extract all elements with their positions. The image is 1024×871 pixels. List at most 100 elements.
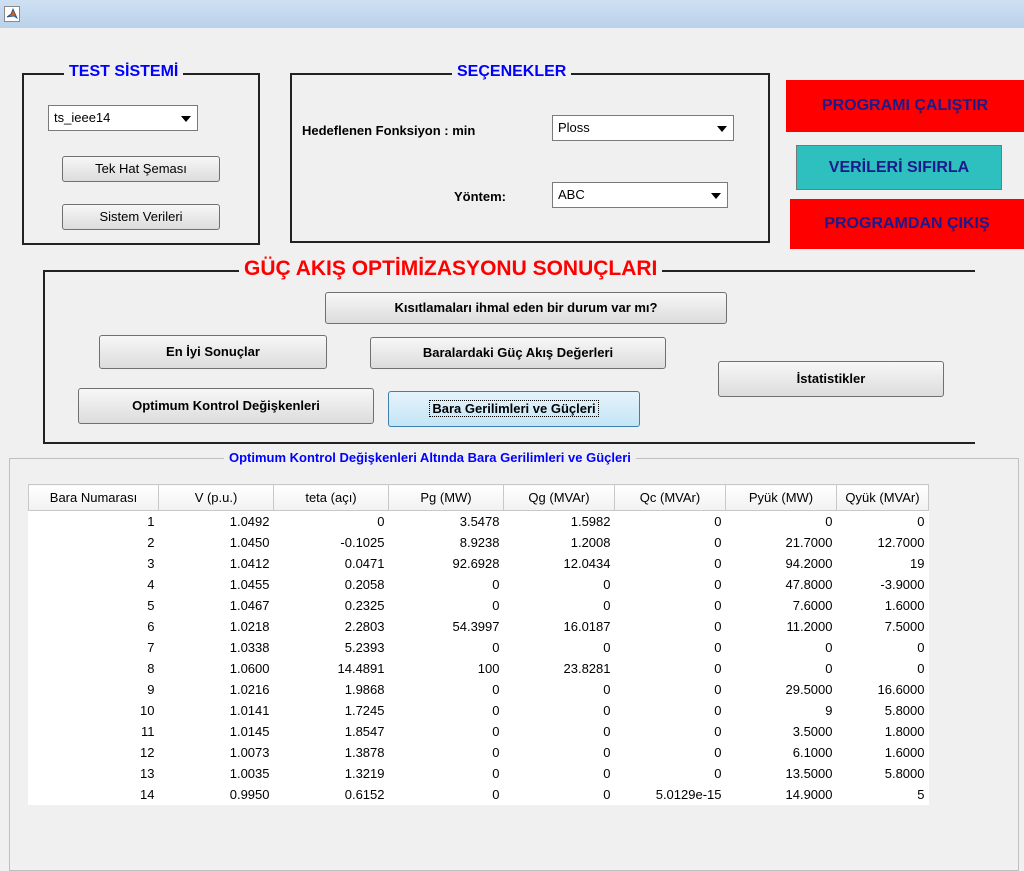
method-select[interactable]: ABC <box>552 182 728 208</box>
table-row[interactable]: 2 1.0450 -0.1025 8.9238 1.2008 0 21.7000 12.700… <box>29 532 929 553</box>
table-cell: -0.1025 <box>340 535 385 550</box>
table-cell: 0 <box>492 640 500 655</box>
table-cell: 10 <box>140 703 155 718</box>
table-row[interactable]: 1 1.0492 0 3.5478 1.5982 0 0 0 <box>29 511 929 533</box>
test-system-select-value: ts_ieee14 <box>54 110 111 125</box>
table-cell: 0 <box>714 556 722 571</box>
table-cell: 12.7000 <box>877 535 925 550</box>
reset-data-button[interactable]: VERİLERİ SIFIRLA <box>796 145 1002 190</box>
table-cell: 0 <box>825 514 833 529</box>
table-cell: 16.0187 <box>563 619 611 634</box>
bus-power-flow-button[interactable]: Baralardaki Güç Akış Değerleri <box>370 337 666 369</box>
table-cell: 5 <box>917 787 925 802</box>
table-cell: 0 <box>917 514 925 529</box>
table-cell: 0 <box>714 577 722 592</box>
table-column-header[interactable]: Pg (MW) <box>388 484 504 511</box>
chevron-down-icon <box>711 193 721 199</box>
table-cell: 2.2803 <box>344 619 385 634</box>
table-cell: 5 <box>147 598 155 613</box>
table-column-header[interactable]: Qg (MVAr) <box>503 484 615 511</box>
best-results-button[interactable]: En İyi Sonuçlar <box>99 335 327 369</box>
table-row[interactable]: 14 0.9950 0.6152 0 0 5.0129e-15 14.9000 5 <box>29 784 929 805</box>
table-column-header[interactable]: teta (açı) <box>273 484 389 511</box>
objective-select[interactable]: Ploss <box>552 115 734 141</box>
table-column-header[interactable]: V (p.u.) <box>158 484 274 511</box>
table-cell: 0 <box>492 724 500 739</box>
bus-voltages-powers-button[interactable]: Bara Gerilimleri ve Güçleri <box>388 391 640 427</box>
table-cell: 0.6152 <box>344 787 385 802</box>
table-row[interactable]: 13 1.0035 1.3219 0 0 0 13.5000 5.8000 <box>29 763 929 784</box>
table-cell: 7.5000 <box>884 619 925 634</box>
table-cell: 0 <box>603 787 611 802</box>
table-cell: 1.0467 <box>229 598 270 613</box>
table-cell: 0 <box>377 514 385 529</box>
constraint-violation-button[interactable]: Kısıtlamaları ihmal eden bir durum var m… <box>325 292 727 324</box>
options-title: SEÇENEKLER <box>452 63 572 81</box>
table-cell: 6 <box>147 619 155 634</box>
table-row[interactable]: 3 1.0412 0.0471 92.6928 12.0434 0 94.2000 19 <box>29 553 929 574</box>
table-column-header[interactable]: Qc (MVAr) <box>614 484 726 511</box>
table-cell: 1.8000 <box>884 724 925 739</box>
results-table: Bara Numarası V (p.u.) teta (açı) Pg (MW) Qg… <box>28 484 929 805</box>
table-column-header[interactable]: Pyük (MW) <box>725 484 837 511</box>
table-cell: 0 <box>825 640 833 655</box>
options-panel: SEÇENEKLER Hedeflenen Fonksiyon : min Pl… <box>290 63 770 243</box>
table-cell: 1.0455 <box>229 577 270 592</box>
table-row[interactable]: 6 1.0218 2.2803 54.3997 16.0187 0 11.2000 7.500… <box>29 616 929 637</box>
table-cell: 1.0450 <box>229 535 270 550</box>
table-cell: 14.9000 <box>785 787 833 802</box>
table-cell: 0 <box>714 703 722 718</box>
table-cell: 1 <box>147 514 155 529</box>
table-row[interactable]: 12 1.0073 1.3878 0 0 0 6.1000 1.6000 <box>29 742 929 763</box>
table-row[interactable]: 4 1.0455 0.2058 0 0 0 47.8000 -3.9000 <box>29 574 929 595</box>
table-cell: 5.0129e-15 <box>655 787 722 802</box>
table-cell: 7 <box>147 640 155 655</box>
table-cell: 1.0216 <box>229 682 270 697</box>
table-cell: 92.6928 <box>452 556 500 571</box>
statistics-button[interactable]: İstatistikler <box>718 361 944 397</box>
results-title: GÜÇ AKIŞ OPTİMİZASYONU SONUÇLARI <box>239 256 663 282</box>
table-cell: 1.0035 <box>229 766 270 781</box>
table-cell: 13.5000 <box>785 766 833 781</box>
table-row[interactable]: 8 1.0600 14.4891 100 23.8281 0 0 0 <box>29 658 929 679</box>
table-cell: 14 <box>140 787 155 802</box>
table-cell: 1.0338 <box>229 640 270 655</box>
table-column-header[interactable]: Bara Numarası <box>28 484 159 511</box>
objective-label: Hedeflenen Fonksiyon : min <box>302 123 476 138</box>
table-cell: 0 <box>603 577 611 592</box>
optimum-control-variables-button[interactable]: Optimum Kontrol Değişkenleri <box>78 388 374 424</box>
table-cell: -3.9000 <box>880 577 925 592</box>
table-row[interactable]: 10 1.0141 1.7245 0 0 0 9 5.8000 <box>29 700 929 721</box>
table-cell: 1.0073 <box>229 745 270 760</box>
table-cell: 0 <box>603 745 611 760</box>
test-system-panel: TEST SİSTEMİ ts_ieee14 Tek Hat Şeması Si… <box>22 63 260 245</box>
table-cell: 1.3219 <box>344 766 385 781</box>
table-cell: 3.5478 <box>459 514 500 529</box>
table-cell: 0 <box>714 745 722 760</box>
window-titlebar <box>0 0 1024 28</box>
table-cell: 0 <box>492 766 500 781</box>
table-cell: 1.0492 <box>229 514 270 529</box>
table-cell: 29.5000 <box>785 682 833 697</box>
table-cell: 1.5982 <box>570 514 611 529</box>
table-column-header[interactable]: Qyük (MVAr) <box>836 484 929 511</box>
run-program-button[interactable]: PROGRAMI ÇALIŞTIR <box>786 80 1024 132</box>
test-system-select[interactable]: ts_ieee14 <box>48 105 198 131</box>
one-line-diagram-button[interactable]: Tek Hat Şeması <box>62 156 220 182</box>
table-row[interactable]: 5 1.0467 0.2325 0 0 0 7.6000 1.6000 <box>29 595 929 616</box>
table-row[interactable]: 9 1.0216 1.9868 0 0 0 29.5000 16.6000 <box>29 679 929 700</box>
table-row[interactable]: 11 1.0145 1.8547 0 0 0 3.5000 1.8000 <box>29 721 929 742</box>
table-row[interactable]: 7 1.0338 5.2393 0 0 0 0 0 <box>29 637 929 658</box>
table-cell: 0 <box>714 514 722 529</box>
system-data-button[interactable]: Sistem Verileri <box>62 204 220 230</box>
results-panel: GÜÇ AKIŞ OPTİMİZASYONU SONUÇLARI Kısıtla… <box>43 256 975 444</box>
table-cell: 0.0471 <box>344 556 385 571</box>
method-select-value: ABC <box>558 187 585 202</box>
chevron-down-icon <box>181 116 191 122</box>
table-cell: 3.5000 <box>792 724 833 739</box>
table-cell: 0 <box>825 661 833 676</box>
matlab-icon[interactable] <box>4 6 20 22</box>
exit-program-button[interactable]: PROGRAMDAN ÇIKIŞ <box>790 199 1024 249</box>
table-cell: 0 <box>603 640 611 655</box>
table-cell: 12 <box>140 745 155 760</box>
